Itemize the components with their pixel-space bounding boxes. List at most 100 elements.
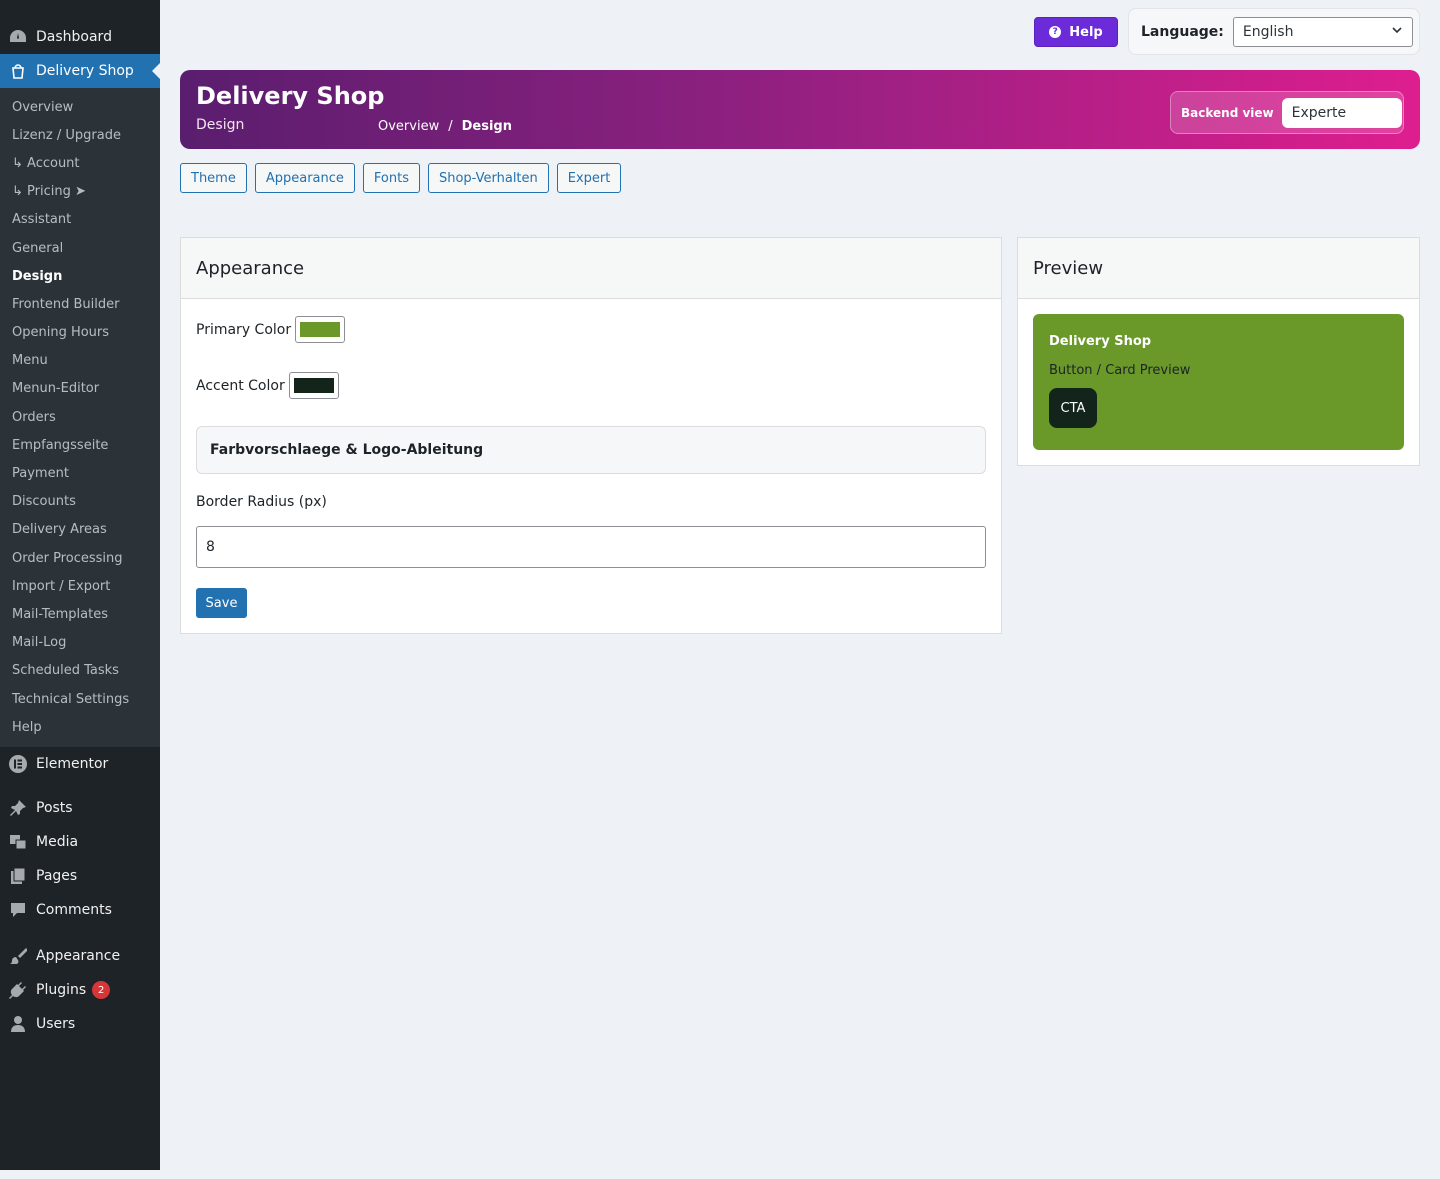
- menu-item-users[interactable]: Users: [0, 1007, 160, 1041]
- comment-icon: [8, 900, 28, 920]
- question-circle-icon: ?: [1049, 26, 1062, 38]
- page-title: Delivery Shop: [196, 82, 385, 110]
- design-tabs: Theme Appearance Fonts Shop-Verhalten Ex…: [180, 163, 622, 193]
- submenu-item[interactable]: Frontend Builder: [0, 290, 160, 318]
- preview-card: Delivery Shop Button / Card Preview CTA: [1033, 314, 1404, 450]
- menu-item-label: Plugins: [36, 982, 87, 999]
- submenu-item[interactable]: Menun-Editor: [0, 375, 160, 403]
- language-label: Language:: [1141, 23, 1224, 40]
- menu-item-plugins[interactable]: Plugins 2: [0, 973, 160, 1007]
- color-suggestions-toggle[interactable]: Farbvorschlaege & Logo-Ableitung: [196, 426, 986, 474]
- paintbrush-icon: [8, 946, 28, 966]
- tab-expert[interactable]: Expert: [556, 163, 622, 193]
- backend-view-select[interactable]: Experte: [1281, 97, 1402, 128]
- breadcrumb-separator: /: [448, 119, 453, 134]
- pushpin-icon: [8, 798, 28, 818]
- accent-color-label: Accent Color: [196, 377, 285, 394]
- backend-view-box: Backend view Experte: [1170, 91, 1404, 134]
- shopping-bag-icon: [8, 61, 28, 81]
- submenu-item[interactable]: ↳ Pricing ➤: [0, 178, 160, 206]
- preview-panel: Preview Delivery Shop Button / Card Prev…: [1017, 237, 1420, 466]
- submenu-item[interactable]: Import / Export: [0, 572, 160, 600]
- language-selector-box: Language: English: [1128, 8, 1420, 55]
- breadcrumb-current: Design: [461, 119, 512, 134]
- page-header-banner: Delivery Shop Design Overview / Design B…: [180, 70, 1420, 149]
- media-icon: [8, 832, 28, 852]
- tab-fonts[interactable]: Fonts: [362, 163, 420, 193]
- primary-color-label: Primary Color: [196, 321, 292, 338]
- help-label: Help: [1069, 24, 1103, 40]
- help-button[interactable]: ? Help: [1034, 17, 1118, 47]
- appearance-panel: Appearance Primary Color Accent Color Fa…: [180, 237, 1002, 634]
- page-subtitle: Design: [196, 117, 245, 133]
- menu-item-label: Dashboard: [36, 29, 112, 45]
- tab-shop-verhalten[interactable]: Shop-Verhalten: [427, 163, 549, 193]
- submenu-item[interactable]: Assistant: [0, 206, 160, 234]
- menu-item-media[interactable]: Media: [0, 825, 160, 859]
- dashboard-icon: [8, 27, 28, 47]
- language-select[interactable]: English: [1232, 16, 1413, 47]
- preview-card-subtitle: Button / Card Preview: [1049, 363, 1191, 378]
- submenu-item[interactable]: Delivery Areas: [0, 516, 160, 544]
- submenu-item[interactable]: Order Processing: [0, 544, 160, 572]
- submenu-item[interactable]: Help: [0, 713, 160, 741]
- submenu-item[interactable]: Technical Settings: [0, 685, 160, 713]
- appearance-panel-title: Appearance: [181, 238, 1001, 299]
- breadcrumb-overview-link[interactable]: Overview: [378, 119, 439, 134]
- menu-item-posts[interactable]: Posts: [0, 791, 160, 825]
- plugin-icon: [8, 980, 28, 1000]
- border-radius-label: Border Radius (px): [196, 494, 327, 510]
- preview-panel-title: Preview: [1018, 238, 1419, 299]
- submenu-item[interactable]: ↳ Account: [0, 149, 160, 177]
- menu-item-label: Media: [36, 834, 79, 851]
- preview-cta-button[interactable]: CTA: [1049, 388, 1097, 428]
- breadcrumb: Overview / Design: [378, 119, 512, 134]
- submenu-item[interactable]: Opening Hours: [0, 319, 160, 347]
- accent-color-row: Accent Color: [196, 372, 339, 399]
- user-icon: [8, 1014, 28, 1034]
- menu-item-label: Comments: [36, 902, 112, 919]
- accent-color-picker[interactable]: [288, 372, 339, 399]
- update-count-badge: 2: [92, 981, 111, 1000]
- submenu-item[interactable]: Design: [0, 262, 160, 290]
- delivery-shop-submenu: Overview Lizenz / Upgrade ↳ Account ↳ Prici…: [0, 88, 160, 748]
- submenu-item[interactable]: Mail-Log: [0, 629, 160, 657]
- backend-view-label: Backend view: [1181, 105, 1274, 120]
- primary-color-swatch: [300, 322, 341, 337]
- elementor-icon: [8, 754, 28, 774]
- backend-view-value: Experte: [1291, 104, 1347, 121]
- submenu-item[interactable]: Menu: [0, 347, 160, 375]
- submenu-item[interactable]: General: [0, 234, 160, 262]
- primary-color-picker[interactable]: [295, 316, 346, 343]
- menu-item-delivery-shop[interactable]: Delivery Shop: [0, 54, 160, 88]
- accent-color-swatch: [293, 378, 334, 393]
- menu-item-appearance[interactable]: Appearance: [0, 939, 160, 973]
- menu-item-label: Appearance: [36, 948, 121, 965]
- submenu-item[interactable]: Overview: [0, 93, 160, 121]
- submenu-item[interactable]: Empfangsseite: [0, 431, 160, 459]
- submenu-item[interactable]: Mail-Templates: [0, 600, 160, 628]
- language-value: English: [1242, 23, 1294, 40]
- menu-item-pages[interactable]: Pages: [0, 859, 160, 893]
- menu-item-label: Users: [36, 1016, 76, 1033]
- submenu-item[interactable]: Scheduled Tasks: [0, 657, 160, 685]
- submenu-item[interactable]: Lizenz / Upgrade: [0, 121, 160, 149]
- pages-icon: [8, 866, 28, 886]
- menu-item-label: Elementor: [36, 756, 109, 773]
- primary-color-row: Primary Color: [196, 316, 346, 343]
- tab-theme[interactable]: Theme: [180, 163, 247, 193]
- menu-item-label: Pages: [36, 868, 78, 885]
- admin-sidebar: Dashboard Delivery Shop Overview Lizenz /…: [0, 0, 160, 1170]
- menu-item-label: Posts: [36, 800, 73, 817]
- submenu-item[interactable]: Discounts: [0, 488, 160, 516]
- save-button[interactable]: Save: [196, 588, 247, 618]
- submenu-item[interactable]: Payment: [0, 459, 160, 487]
- tab-appearance[interactable]: Appearance: [254, 163, 355, 193]
- menu-item-label: Delivery Shop: [36, 63, 134, 79]
- menu-item-dashboard[interactable]: Dashboard: [0, 20, 160, 54]
- menu-item-elementor[interactable]: Elementor: [0, 747, 160, 781]
- menu-item-comments[interactable]: Comments: [0, 893, 160, 927]
- border-radius-input[interactable]: 8: [196, 526, 986, 568]
- chevron-down-icon: [1391, 24, 1403, 39]
- submenu-item[interactable]: Orders: [0, 403, 160, 431]
